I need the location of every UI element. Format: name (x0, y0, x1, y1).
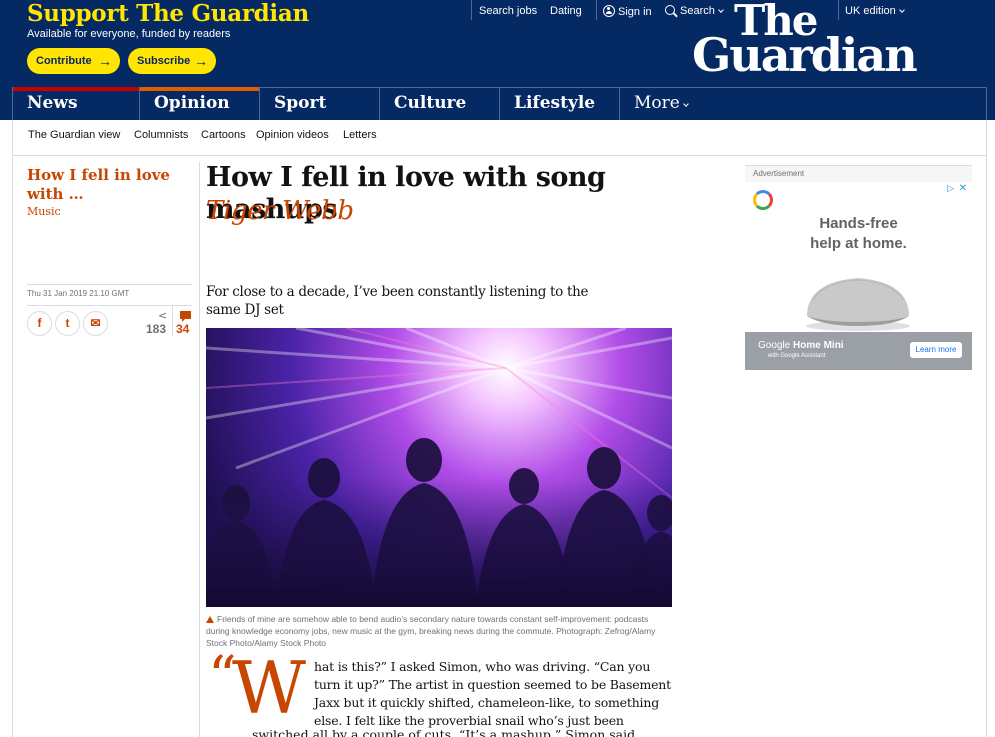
count-divider (172, 306, 173, 336)
ad-headline: Hands-free help at home. (745, 214, 972, 254)
series-title[interactable]: How I fell in love with … (27, 166, 177, 204)
subscribe-label: Subscribe (137, 55, 191, 67)
twitter-icon: t (65, 316, 70, 330)
share-divider (27, 305, 192, 306)
subnav-guardian-view[interactable]: The Guardian view (28, 129, 120, 141)
support-subtitle: Available for everyone, funded by reader… (27, 28, 231, 40)
pillar-lifestyle[interactable]: Lifestyle (500, 88, 620, 120)
image-caption: Friends of mine are somehow able to bend… (206, 613, 672, 649)
article-main-image (206, 328, 672, 607)
sign-in-link[interactable]: Sign in (603, 5, 652, 18)
ad-product-brand: Google (758, 340, 791, 351)
caption-text: Friends of mine are somehow able to bend… (206, 614, 656, 648)
pillar-nav: News Opinion Sport Culture Lifestyle Mor… (12, 87, 987, 120)
subnav-opinion-videos[interactable]: Opinion videos (256, 129, 329, 141)
article-standfirst: For close to a decade, I’ve been constan… (206, 284, 589, 318)
arrow-right-icon: → (98, 53, 112, 69)
comment-count[interactable]: 34 (176, 322, 189, 336)
pillar-opinion[interactable]: Opinion (140, 87, 260, 120)
top-nav-links: Search jobs Dating (471, 0, 596, 20)
ad-with-assistant: with Google Assistant (768, 353, 826, 359)
subnav-cartoons[interactable]: Cartoons (201, 129, 246, 141)
smart-speaker-image (806, 278, 910, 331)
ad-learn-more-button[interactable]: Learn more (910, 342, 962, 358)
google-logo-icon (753, 190, 773, 210)
facebook-icon: f (37, 316, 42, 330)
pillar-more[interactable]: More (620, 88, 710, 120)
ad-headline-line1: Hands-free (819, 215, 898, 232)
article-body-continued: switched all by a couple of cuts. “It’s … (252, 727, 640, 737)
comment-icon[interactable] (180, 311, 191, 322)
ad-product: Google Home Mini (758, 340, 844, 351)
pillar-news-bar (13, 87, 139, 91)
ad-label: Advertisement (753, 169, 805, 178)
chevron-down-icon (683, 101, 689, 107)
opinion-subnav: The Guardian view Columnists Cartoons Op… (12, 120, 987, 156)
search-jobs-link[interactable]: Search jobs (479, 5, 537, 17)
sign-in-label: Sign in (618, 6, 652, 18)
pillar-opinion-label: Opinion (154, 93, 230, 113)
share-twitter-button[interactable]: t (55, 311, 80, 336)
frame-left-rule (12, 156, 13, 737)
pillar-more-label: More (634, 93, 680, 113)
subscribe-button[interactable]: Subscribe → (128, 48, 216, 74)
pillar-sport-label: Sport (274, 93, 327, 113)
caption-triangle-icon (206, 616, 214, 623)
ad-product-name: Home Mini (793, 340, 844, 351)
advertisement[interactable]: ▷ ✕ Hands-free help at home. Google Home… (745, 182, 972, 370)
subnav-letters[interactable]: Letters (343, 129, 377, 141)
user-icon (603, 5, 615, 17)
pillar-culture-label: Culture (394, 93, 467, 113)
arrow-right-icon: → (194, 53, 208, 69)
ad-footer: Google Home Mini with Google Assistant L… (745, 332, 972, 370)
pillar-culture[interactable]: Culture (380, 88, 500, 120)
share-facebook-button[interactable]: f (27, 311, 52, 336)
ad-label-bar: Advertisement (745, 165, 972, 182)
share-email-button[interactable]: ✉ (83, 311, 108, 336)
contribute-button[interactable]: Contribute → (27, 48, 120, 74)
series-tag[interactable]: Music (27, 205, 61, 218)
article-body-first: hat is this?” I asked Simon, who was dri… (314, 659, 671, 728)
search-icon (665, 5, 675, 15)
support-title: Support The Guardian (27, 0, 309, 27)
frame-right-rule (986, 156, 987, 737)
pillar-sport[interactable]: Sport (260, 88, 380, 120)
logo-line2: Guardian (692, 28, 918, 82)
dating-link[interactable]: Dating (550, 5, 582, 17)
ad-headline-line2: help at home. (810, 235, 907, 252)
pillar-news[interactable]: News (13, 87, 140, 120)
share-count: 183 (146, 322, 167, 336)
club-crowd-photo (206, 328, 672, 607)
site-header: Support The Guardian Available for every… (0, 0, 995, 120)
guardian-logo[interactable]: The Guardian (692, 0, 918, 82)
meta-divider (27, 284, 192, 285)
pillar-opinion-bar (140, 87, 259, 91)
close-icon[interactable]: ✕ (959, 183, 967, 194)
email-icon: ✉ (90, 316, 101, 330)
column-divider (199, 162, 200, 737)
contribute-label: Contribute (36, 55, 92, 67)
dropcap-letter: W (232, 646, 307, 730)
adchoices-icon[interactable]: ▷ (947, 184, 954, 194)
pillar-lifestyle-label: Lifestyle (514, 93, 596, 113)
subnav-columnists[interactable]: Columnists (134, 129, 188, 141)
share-icon: < (158, 309, 168, 322)
article-byline[interactable]: Tiger Webb (206, 196, 354, 226)
pillar-news-label: News (27, 93, 78, 113)
publish-date: Thu 31 Jan 2019 21.10 GMT (27, 289, 130, 298)
